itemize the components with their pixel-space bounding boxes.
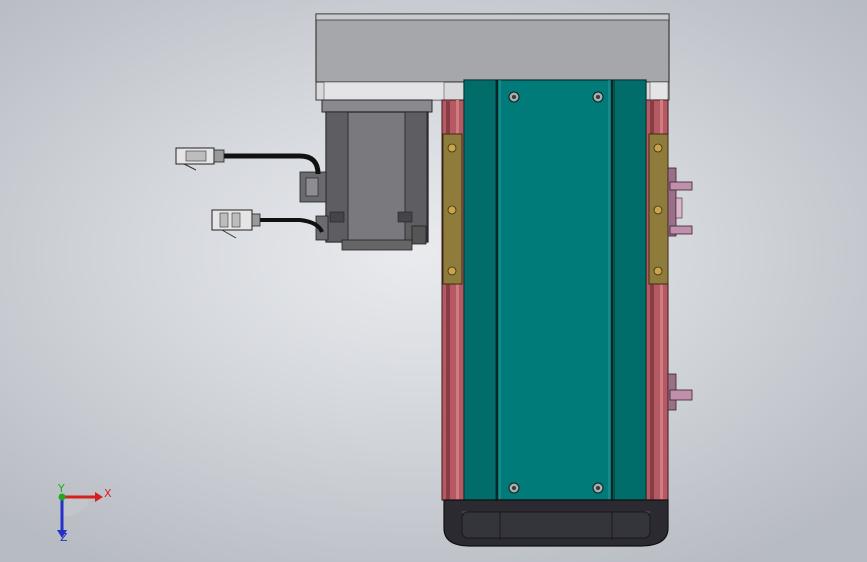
- bottom-end-cap: [443, 499, 669, 547]
- left-guide-strip: [442, 133, 463, 285]
- orientation-triad: X Y Z: [57, 482, 112, 544]
- power-connector[interactable]: [175, 147, 225, 171]
- y-axis-label: Y: [57, 482, 65, 495]
- encoder-connector[interactable]: [211, 209, 261, 239]
- right-side-brackets: [667, 167, 693, 411]
- carriage-body[interactable]: [463, 79, 647, 501]
- x-axis-label: X: [104, 487, 112, 500]
- x-axis-arrow: [95, 492, 103, 502]
- right-guide-strip: [648, 133, 669, 285]
- z-axis-label: Z: [60, 531, 68, 544]
- linear-actuator-model[interactable]: [0, 0, 867, 562]
- cad-viewport[interactable]: X Y Z: [0, 0, 867, 562]
